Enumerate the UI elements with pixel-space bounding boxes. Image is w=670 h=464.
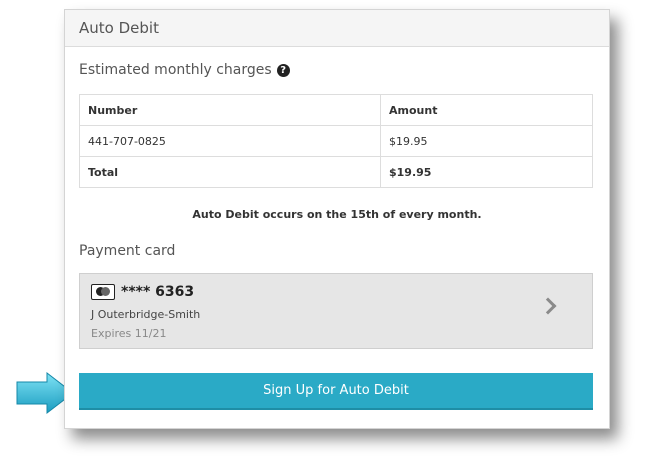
panel-header: Auto Debit <box>65 10 609 47</box>
table-header-row: Number Amount <box>79 94 593 126</box>
card-number-row: **** 6363 <box>91 284 194 300</box>
total-row: Total $19.95 <box>79 156 593 188</box>
panel-title: Auto Debit <box>79 19 159 37</box>
payment-title: Payment card <box>79 243 176 259</box>
credit-card-icon <box>91 284 115 300</box>
column-header-number: Number <box>79 94 381 126</box>
column-header-amount: Amount <box>380 94 593 126</box>
cell-number: 441-707-0825 <box>79 125 381 157</box>
card-expiry: Expires 11/21 <box>91 327 167 340</box>
total-label: Total <box>79 156 381 188</box>
charges-table: Number Amount 441-707-0825 $19.95 Total … <box>79 94 593 188</box>
total-amount: $19.95 <box>380 156 593 188</box>
cell-amount: $19.95 <box>380 125 593 157</box>
payment-section-title: Payment card <box>79 243 175 259</box>
sign-up-auto-debit-button[interactable]: Sign Up for Auto Debit <box>79 373 593 410</box>
charges-title: Estimated monthly charges <box>79 62 272 78</box>
auto-debit-panel: Auto Debit Estimated monthly charges ? N… <box>64 9 610 429</box>
question-circle-icon[interactable]: ? <box>276 63 290 77</box>
auto-debit-notice: Auto Debit occurs on the 15th of every m… <box>192 208 482 221</box>
card-number: **** 6363 <box>121 284 195 300</box>
chevron-right-icon[interactable] <box>539 297 557 315</box>
payment-card[interactable]: **** 6363 J Outerbridge-Smith Expires 11… <box>79 273 593 349</box>
card-holder: J Outerbridge-Smith <box>91 308 201 321</box>
table-row: 441-707-0825 $19.95 <box>79 125 593 157</box>
charges-section-title: Estimated monthly charges ? <box>79 62 290 78</box>
